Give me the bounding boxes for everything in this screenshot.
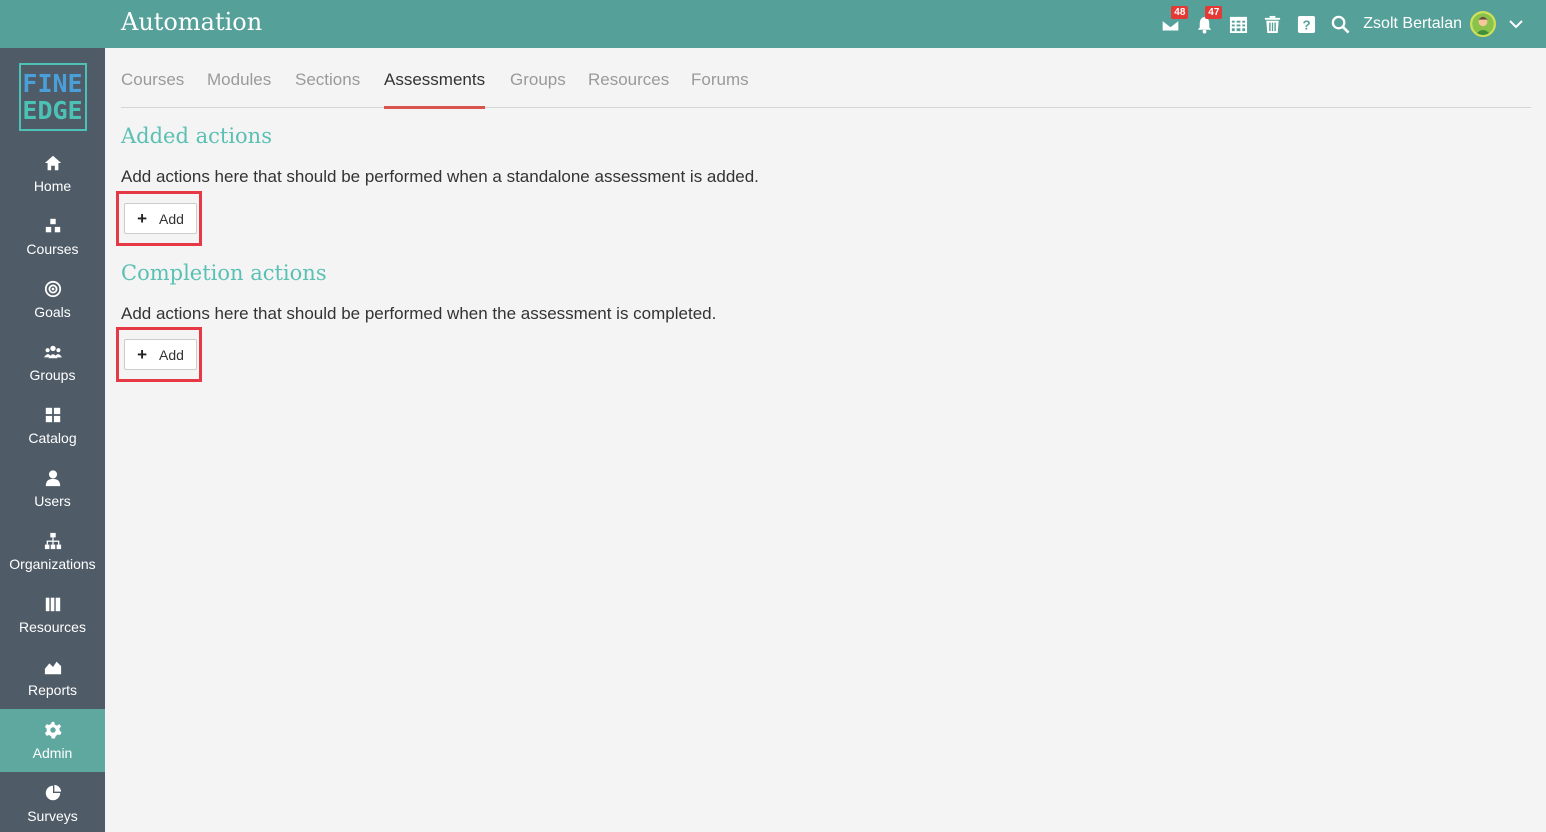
tab-modules[interactable]: Modules xyxy=(207,70,271,108)
messages-badge: 48 xyxy=(1171,6,1189,19)
pie-chart-icon xyxy=(45,784,61,800)
logo-text-line1: FINE xyxy=(22,69,83,98)
help-button[interactable]: ? xyxy=(1289,0,1323,48)
gear-icon xyxy=(44,721,62,739)
add-button-label: Add xyxy=(159,210,184,227)
page-title: Automation xyxy=(121,8,263,36)
logo-background xyxy=(0,0,105,48)
courses-icon xyxy=(45,218,60,232)
user-icon xyxy=(45,469,60,486)
sidebar-item-label: Courses xyxy=(26,240,79,257)
help-icon: ? xyxy=(1297,15,1315,33)
added-actions-highlight: + Add xyxy=(116,191,202,246)
target-icon xyxy=(44,280,61,297)
tab-sections[interactable]: Sections xyxy=(295,70,360,108)
calendar-button[interactable] xyxy=(1221,0,1255,48)
search-button[interactable] xyxy=(1323,0,1357,48)
user-avatar-icon xyxy=(1472,13,1494,35)
sidebar-item-admin[interactable]: Admin xyxy=(0,709,105,772)
sidebar-item-label: Admin xyxy=(32,744,73,761)
plus-icon: + xyxy=(137,344,147,364)
sidebar-item-users[interactable]: Users xyxy=(0,457,105,520)
groups-icon xyxy=(43,345,62,358)
add-added-action-button[interactable]: + Add xyxy=(124,203,197,234)
sidebar-item-label: Goals xyxy=(34,303,71,320)
avatar[interactable] xyxy=(1470,11,1496,37)
tab-forums[interactable]: Forums xyxy=(691,70,749,108)
calendar-icon xyxy=(1229,16,1247,33)
notifications-button[interactable]: 47 xyxy=(1187,0,1223,48)
sidebar-item-label: Reports xyxy=(27,681,78,698)
fine-edge-logo[interactable]: FINE EDGE xyxy=(18,63,87,131)
sidebar-item-courses[interactable]: Courses xyxy=(0,205,105,268)
sidebar: FINE EDGE Home Courses Goals Groups Cata… xyxy=(0,0,105,832)
completion-actions-title: Completion actions xyxy=(121,261,327,285)
add-button-label: Add xyxy=(159,346,184,363)
sidebar-item-home[interactable]: Home xyxy=(0,142,105,205)
grid-icon xyxy=(45,407,60,422)
home-icon xyxy=(44,155,61,170)
tab-courses[interactable]: Courses xyxy=(121,70,184,108)
tab-assessments[interactable]: Assessments xyxy=(384,70,486,109)
top-header: Automation 48 47 ? Zsolt Bertalan xyxy=(105,0,1546,48)
sidebar-item-groups[interactable]: Groups xyxy=(0,331,105,394)
sidebar-item-label: Resources xyxy=(19,618,86,635)
sidebar-item-resources[interactable]: Resources xyxy=(0,583,105,646)
sidebar-item-label: Surveys xyxy=(27,807,78,824)
sidebar-item-label: Catalog xyxy=(28,429,77,446)
sidebar-item-goals[interactable]: Goals xyxy=(0,268,105,331)
sidebar-item-surveys[interactable]: Surveys xyxy=(0,772,105,832)
notifications-badge: 47 xyxy=(1205,6,1223,19)
sidebar-item-label: Organizations xyxy=(9,555,96,572)
sidebar-item-catalog[interactable]: Catalog xyxy=(0,394,105,457)
sitemap-icon xyxy=(44,532,61,549)
add-completion-action-button[interactable]: + Add xyxy=(124,339,197,370)
chart-area-icon xyxy=(44,661,61,674)
tab-groups[interactable]: Groups xyxy=(510,70,566,108)
plus-icon: + xyxy=(137,208,147,228)
logo-text-line2: EDGE xyxy=(22,96,83,125)
tab-resources[interactable]: Resources xyxy=(588,70,669,108)
sidebar-item-label: Groups xyxy=(29,366,76,383)
sidebar-item-label: Users xyxy=(34,492,71,509)
trash-button[interactable] xyxy=(1255,0,1289,48)
completion-actions-highlight: + Add xyxy=(116,327,202,382)
added-actions-description: Add actions here that should be performe… xyxy=(121,167,759,186)
books-icon xyxy=(45,597,60,611)
header-toolbar: 48 47 ? Zsolt Bertalan xyxy=(1153,0,1524,48)
messages-button[interactable]: 48 xyxy=(1153,0,1189,48)
automation-tabs: Courses Modules Sections Assessments Gro… xyxy=(121,48,1531,109)
added-actions-title: Added actions xyxy=(121,124,272,148)
sidebar-item-organizations[interactable]: Organizations xyxy=(0,520,105,583)
trash-icon xyxy=(1264,15,1280,33)
sidebar-item-label: Home xyxy=(33,177,72,194)
user-name[interactable]: Zsolt Bertalan xyxy=(1363,15,1462,33)
search-icon xyxy=(1331,15,1350,34)
svg-text:?: ? xyxy=(1302,17,1310,32)
sidebar-item-reports[interactable]: Reports xyxy=(0,646,105,709)
completion-actions-description: Add actions here that should be performe… xyxy=(121,304,717,323)
chevron-down-icon xyxy=(1509,20,1523,29)
user-menu-toggle[interactable] xyxy=(1508,16,1524,32)
